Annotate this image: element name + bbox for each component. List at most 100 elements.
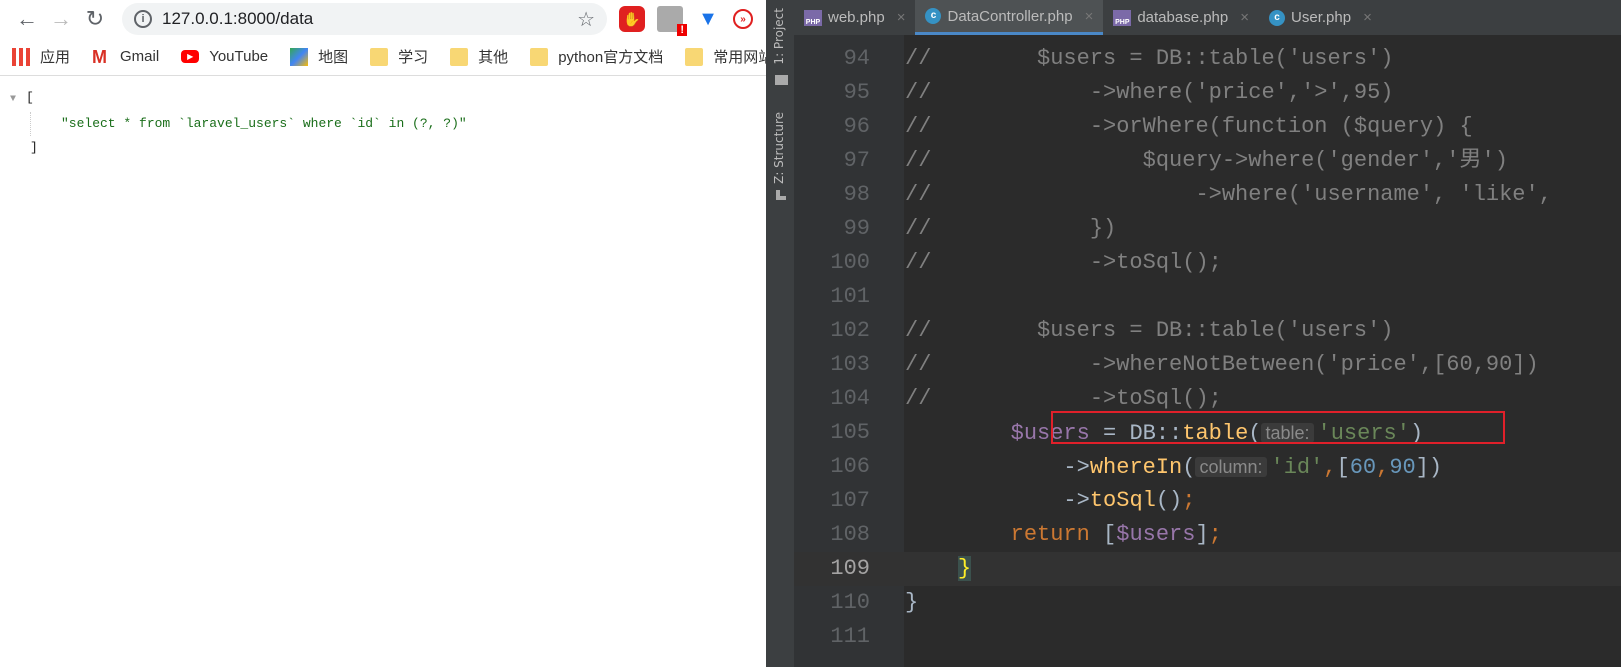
bookmark-label: 其他 bbox=[478, 49, 509, 66]
code-text: // $query->where('gender','男') bbox=[905, 144, 1508, 178]
bookmark-folder[interactable]: 其他 bbox=[450, 46, 508, 67]
code-token: ( bbox=[1182, 455, 1196, 480]
code-token: 90 bbox=[1389, 455, 1416, 480]
reload-icon[interactable]: ↻ bbox=[78, 6, 112, 32]
code-token: ; bbox=[1182, 488, 1196, 513]
code-token: $users bbox=[1116, 522, 1196, 547]
code-line: 100 // ->toSql(); bbox=[794, 246, 1621, 280]
code-line: 108 return [$users]; bbox=[794, 518, 1621, 552]
forward-icon[interactable]: → bbox=[44, 6, 78, 32]
collapse-toggle-icon[interactable]: ▼ bbox=[10, 94, 16, 105]
bookmark-folder[interactable]: 常用网站 bbox=[685, 46, 766, 67]
code-line: 109 } bbox=[794, 552, 1621, 586]
bookmark-folder[interactable]: python官方文档 bbox=[530, 46, 663, 67]
tab-database-php[interactable]: PHP database.php × bbox=[1103, 0, 1259, 35]
code-line: 95 // ->where('price','>',95) bbox=[794, 76, 1621, 110]
code-line: 103 // ->whereNotBetween('price',[60,90]) bbox=[794, 348, 1621, 382]
tab-web-php[interactable]: PHP web.php × bbox=[794, 0, 915, 35]
ide-window: 1: Project Z: Structure PHP web.php × c Data… bbox=[766, 0, 1621, 667]
code-token: // ->toSql(); bbox=[905, 386, 1222, 411]
json-string-value: "select * from `laravel_users` where `id… bbox=[30, 112, 766, 136]
bookmark-gmail[interactable]: M Gmail bbox=[92, 48, 159, 66]
line-number: 104 bbox=[830, 386, 870, 411]
code-token: // $query->where('gender','男') bbox=[905, 148, 1508, 173]
bookmark-youtube[interactable]: ▶ YouTube bbox=[181, 48, 268, 65]
code-line: 111 bbox=[794, 620, 1621, 654]
bookmark-label: 地图 bbox=[318, 49, 349, 66]
url-text[interactable]: 127.0.0.1:8000/data bbox=[162, 9, 577, 29]
code-token: 60 bbox=[1349, 455, 1377, 480]
close-tab-icon[interactable]: × bbox=[1363, 9, 1372, 26]
code-token: // ->whereNotBetween('price',[60,90]) bbox=[905, 352, 1539, 377]
close-tab-icon[interactable]: × bbox=[897, 9, 906, 26]
browser-toolbar: ← → ↻ i 127.0.0.1:8000/data ☆ ✋ ! ▼ » bbox=[0, 0, 766, 38]
code-token: // ->orWhere(function ($query) { bbox=[905, 114, 1473, 139]
extension-alert-icon[interactable]: ! bbox=[657, 6, 687, 36]
code-token: [ bbox=[1336, 455, 1350, 480]
info-icon[interactable]: i bbox=[134, 10, 152, 28]
tab-label: database.php bbox=[1137, 9, 1229, 26]
tool-window-strip: 1: Project Z: Structure bbox=[768, 0, 794, 667]
line-number: 95 bbox=[843, 80, 870, 105]
line-number: 108 bbox=[830, 522, 870, 547]
code-token: } bbox=[905, 590, 919, 615]
code-text: // ->toSql(); bbox=[905, 246, 1222, 280]
structure-tool-button[interactable]: Z: Structure bbox=[772, 112, 786, 184]
line-number: 105 bbox=[830, 420, 870, 445]
close-tab-icon[interactable]: × bbox=[1085, 8, 1094, 25]
json-bracket-close: ] bbox=[30, 140, 38, 155]
code-line: 106 ->whereIn(column:'id',[60,90]) bbox=[794, 450, 1621, 484]
apps-grid-icon bbox=[12, 47, 30, 66]
code-text: return [$users]; bbox=[905, 518, 1222, 552]
tab-label: DataController.php bbox=[947, 7, 1073, 25]
folder-icon bbox=[775, 75, 788, 85]
back-icon[interactable]: ← bbox=[10, 6, 44, 32]
bookmark-label: 应用 bbox=[40, 49, 71, 66]
code-token: -> bbox=[905, 455, 1090, 480]
code-token: // ->toSql(); bbox=[905, 250, 1222, 275]
extension-forward-icon[interactable]: » bbox=[733, 9, 753, 29]
parameter-hint: column: bbox=[1195, 457, 1267, 477]
address-bar[interactable]: i 127.0.0.1:8000/data ☆ bbox=[122, 3, 607, 35]
project-tool-button[interactable]: 1: Project bbox=[772, 8, 786, 65]
code-token: // }) bbox=[905, 216, 1117, 241]
highlight-box bbox=[1051, 411, 1505, 444]
bookmark-star-icon[interactable]: ☆ bbox=[577, 7, 595, 32]
bookmark-label: 常用网站 bbox=[713, 49, 766, 66]
line-number: 109 bbox=[830, 556, 870, 581]
code-token: ] bbox=[1195, 522, 1209, 547]
folder-icon bbox=[530, 47, 549, 66]
code-token: whereIn bbox=[1089, 455, 1183, 480]
code-token: ; bbox=[1208, 522, 1222, 547]
adblock-extension-icon[interactable]: ✋ bbox=[619, 6, 645, 32]
bookmark-apps[interactable]: 应用 bbox=[12, 46, 70, 67]
tab-user-php[interactable]: c User.php × bbox=[1259, 0, 1382, 35]
php-class-icon: c bbox=[925, 8, 942, 24]
folder-icon bbox=[370, 47, 389, 66]
youtube-icon: ▶ bbox=[181, 50, 200, 63]
line-number: 97 bbox=[843, 148, 870, 173]
bookmark-label: YouTube bbox=[209, 48, 269, 65]
code-token: 'id' bbox=[1270, 455, 1324, 480]
bookmark-maps[interactable]: 地图 bbox=[290, 46, 348, 67]
code-text: } bbox=[905, 586, 918, 620]
code-line: 110} bbox=[794, 586, 1621, 620]
close-tab-icon[interactable]: × bbox=[1240, 9, 1249, 26]
extension-diamond-icon[interactable]: ▼ bbox=[695, 6, 721, 32]
code-text: // $users = DB::table('users') bbox=[905, 314, 1393, 348]
structure-icon bbox=[776, 190, 786, 200]
bookmark-folder[interactable]: 学习 bbox=[370, 46, 428, 67]
php-file-icon: PHP bbox=[1113, 9, 1132, 26]
code-text: ->whereIn(column:'id',[60,90]) bbox=[905, 450, 1442, 485]
code-text: // }) bbox=[905, 212, 1116, 246]
code-line: 102 // $users = DB::table('users') bbox=[794, 314, 1621, 348]
code-token: } bbox=[957, 556, 972, 581]
code-token: // ->where('username', 'like', bbox=[905, 182, 1552, 207]
code-editor[interactable]: 94// $users = DB::table('users') 95// ->w… bbox=[794, 42, 1621, 654]
code-text: // ->where('price','>',95) bbox=[905, 76, 1393, 110]
code-token: ]) bbox=[1415, 455, 1443, 480]
tab-datacontroller-php[interactable]: c DataController.php × bbox=[915, 0, 1104, 35]
line-number: 101 bbox=[830, 284, 870, 309]
